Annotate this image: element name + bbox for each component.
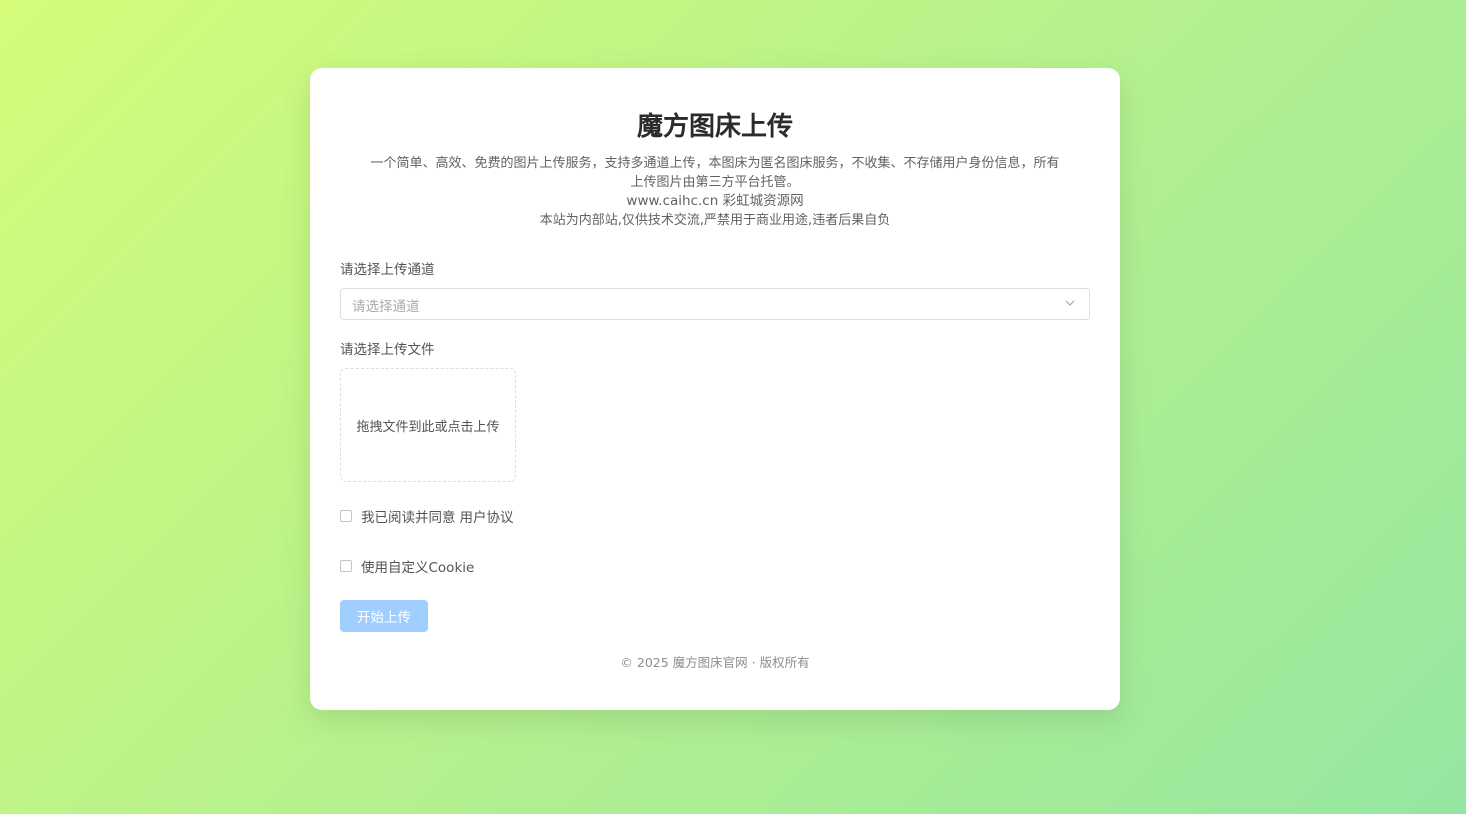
agreement-row: 我已阅读并同意 用户协议 (340, 506, 1090, 526)
chevron-down-icon (1065, 300, 1075, 306)
agreement-text: 我已阅读并同意 (361, 510, 456, 526)
user-agreement-link[interactable]: 用户协议 (460, 506, 514, 526)
start-upload-button[interactable]: 开始上传 (340, 600, 428, 632)
file-label: 请选择上传文件 (340, 342, 435, 358)
custom-cookie-text: 使用自定义Cookie (361, 560, 475, 576)
description: 一个简单、高效、免费的图片上传服务，支持多通道上传，本图床为匿名图床服务，不收集… (340, 154, 1090, 230)
upload-card: 魔方图床上传 一个简单、高效、免费的图片上传服务，支持多通道上传，本图床为匿名图… (310, 68, 1120, 710)
channel-placeholder: 请选择通道 (352, 299, 420, 315)
dropzone-text: 拖拽文件到此或点击上传 (356, 419, 500, 435)
notice-line: 本站为内部站,仅供技术交流,严禁用于商业用途,违者后果自负 (539, 213, 891, 228)
description-line: 一个简单、高效、免费的图片上传服务，支持多通道上传，本图床为匿名图床服务，不收集… (370, 156, 1060, 171)
page-title: 魔方图床上传 (636, 112, 793, 142)
description-line: 上传图片由第三方平台托管。 (630, 175, 800, 190)
cookie-row: 使用自定义Cookie (340, 556, 1090, 576)
site-line: www.caihc.cn 彩虹城资源网 (626, 193, 804, 209)
custom-cookie-checkbox[interactable] (340, 560, 352, 572)
channel-select[interactable]: 请选择通道 (340, 288, 1090, 320)
channel-label: 请选择上传通道 (340, 262, 435, 278)
footer-copyright: © 2025 魔方图床官网 · 版权所有 (620, 655, 810, 670)
agreement-checkbox[interactable] (340, 510, 352, 522)
file-dropzone[interactable]: 拖拽文件到此或点击上传 (340, 368, 516, 482)
